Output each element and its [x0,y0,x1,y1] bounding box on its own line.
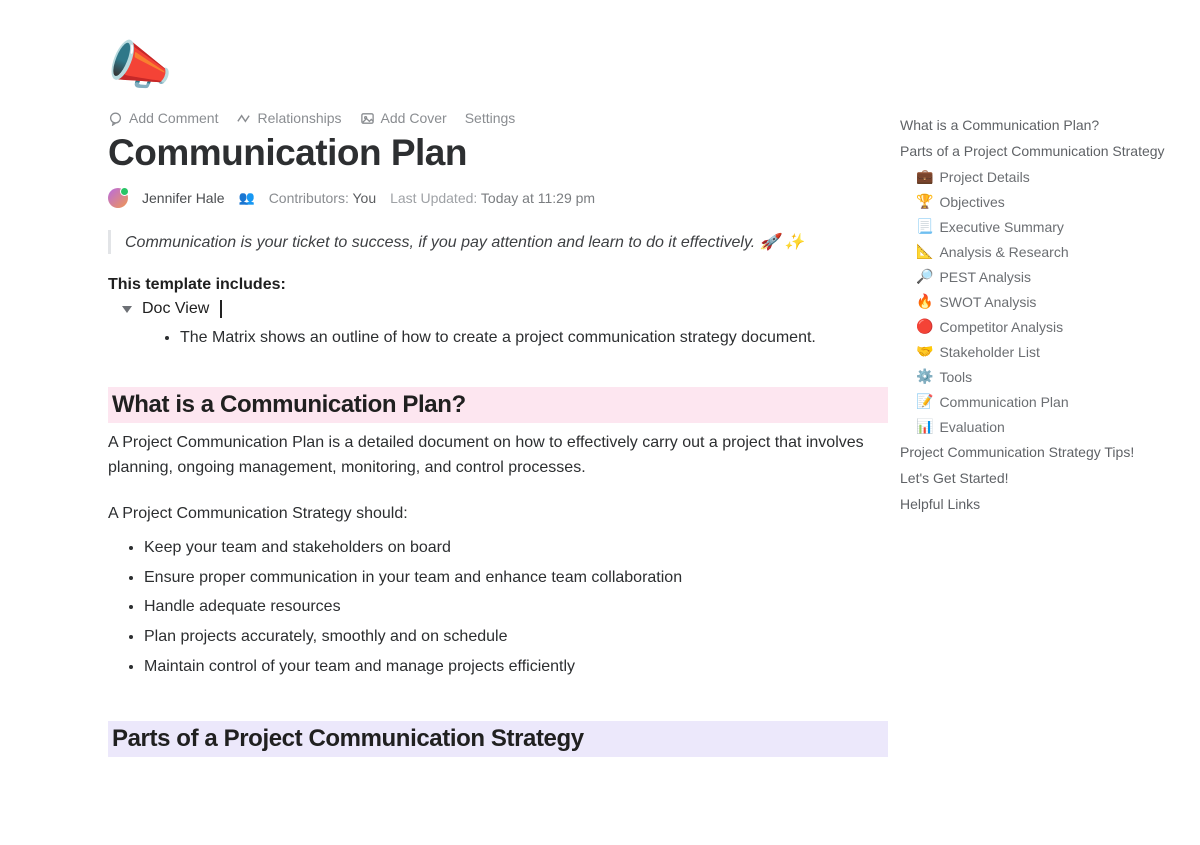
text-cursor [220,300,221,318]
section-heading-parts[interactable]: Parts of a Project Communication Strateg… [108,721,888,757]
red-circle-icon: 🔴 [916,318,933,335]
comment-icon [108,111,123,126]
outline-sub-item[interactable]: 🔥 SWOT Analysis [900,289,1180,314]
outline-sub-label: PEST Analysis [939,269,1031,285]
outline-sub-item[interactable]: 📐 Analysis & Research [900,239,1180,264]
outline-sub-item[interactable]: 💼 Project Details [900,164,1180,189]
section1-paragraph[interactable]: A Project Communication Plan is a detail… [108,431,888,481]
outline-sub-item[interactable]: ⚙️ Tools [900,364,1180,389]
last-updated-label: Last Updated: [390,190,477,206]
page-icon: 📃 [916,218,933,235]
add-cover-button[interactable]: Add Cover [360,110,447,126]
outline-sub-item[interactable]: 🤝 Stakeholder List [900,339,1180,364]
doc-view-toggle[interactable]: Doc View [122,300,888,318]
list-item[interactable]: Handle adequate resources [144,592,888,622]
list-item[interactable]: The Matrix shows an outline of how to cr… [180,326,888,351]
outline-sub-label: Communication Plan [939,394,1068,410]
note-icon: 📝 [916,393,933,410]
settings-label: Settings [465,110,516,126]
add-comment-label: Add Comment [129,110,218,126]
magnifier-icon: 🔎 [916,268,933,285]
last-updated-value: Today at 11:29 pm [481,190,595,206]
outline-sub-label: SWOT Analysis [939,294,1036,310]
avatar[interactable] [108,188,128,208]
page-icon[interactable]: 📣 [108,40,173,92]
outline-item[interactable]: What is a Communication Plan? [900,112,1180,138]
template-includes-heading[interactable]: This template includes: [108,276,888,294]
triangle-icon: 📐 [916,243,933,260]
outline-sub-item[interactable]: 📊 Evaluation [900,414,1180,439]
relationships-label: Relationships [257,110,341,126]
outline-item[interactable]: Helpful Links [900,491,1180,517]
relationships-button[interactable]: Relationships [236,110,341,126]
author-name[interactable]: Jennifer Hale [142,190,225,206]
contributors-icon: 👥 [239,190,255,206]
outline-sub-item[interactable]: 📝 Communication Plan [900,389,1180,414]
add-cover-label: Add Cover [381,110,447,126]
contributors-label: Contributors: [269,190,349,206]
briefcase-icon: 💼 [916,168,933,185]
list-item[interactable]: Plan projects accurately, smoothly and o… [144,622,888,652]
add-comment-button[interactable]: Add Comment [108,110,218,126]
gear-icon: ⚙️ [916,368,933,385]
doc-view-sublist: The Matrix shows an outline of how to cr… [180,326,888,351]
page-toolbar: Add Comment Relationships Add Cover Sett… [108,110,888,126]
outline-sub-label: Tools [939,369,972,385]
image-icon [360,111,375,126]
document-main: 📣 Add Comment Relationships Add Cover [108,40,888,757]
meta-row: Jennifer Hale 👥 Contributors: You Last U… [108,188,888,208]
outline-sub-label: Analysis & Research [939,244,1068,260]
outline-sub-label: Stakeholder List [939,344,1039,360]
outline-sidebar: What is a Communication Plan? Parts of a… [900,112,1180,517]
quote-block[interactable]: Communication is your ticket to success,… [108,230,888,254]
outline-item[interactable]: Project Communication Strategy Tips! [900,439,1180,465]
page-title[interactable]: Communication Plan [108,132,888,174]
outline-sub-label: Executive Summary [939,219,1063,235]
fire-icon: 🔥 [916,293,933,310]
outline-item[interactable]: Parts of a Project Communication Strateg… [900,138,1180,164]
handshake-icon: 🤝 [916,343,933,360]
caret-down-icon[interactable] [122,306,132,313]
section-heading-what-is[interactable]: What is a Communication Plan? [108,387,888,423]
outline-sub-item[interactable]: 🔎 PEST Analysis [900,264,1180,289]
outline-sub-item[interactable]: 📃 Executive Summary [900,214,1180,239]
list-item[interactable]: Maintain control of your team and manage… [144,652,888,682]
list-item[interactable]: Ensure proper communication in your team… [144,563,888,593]
outline-sub-label: Evaluation [939,419,1004,435]
section1-bullets: Keep your team and stakeholders on board… [144,533,888,681]
outline-sub-label: Competitor Analysis [939,319,1063,335]
outline-sub-item[interactable]: 🔴 Competitor Analysis [900,314,1180,339]
trophy-icon: 🏆 [916,193,933,210]
outline-sub-label: Objectives [939,194,1004,210]
outline-sub-label: Project Details [939,169,1029,185]
list-item[interactable]: Keep your team and stakeholders on board [144,533,888,563]
chart-icon: 📊 [916,418,933,435]
outline-item[interactable]: Let's Get Started! [900,465,1180,491]
outline-sub-item[interactable]: 🏆 Objectives [900,189,1180,214]
doc-view-label: Doc View [142,300,209,318]
relationships-icon [236,111,251,126]
section1-lead[interactable]: A Project Communication Strategy should: [108,502,888,527]
settings-button[interactable]: Settings [465,110,516,126]
contributors-value[interactable]: You [352,190,376,206]
